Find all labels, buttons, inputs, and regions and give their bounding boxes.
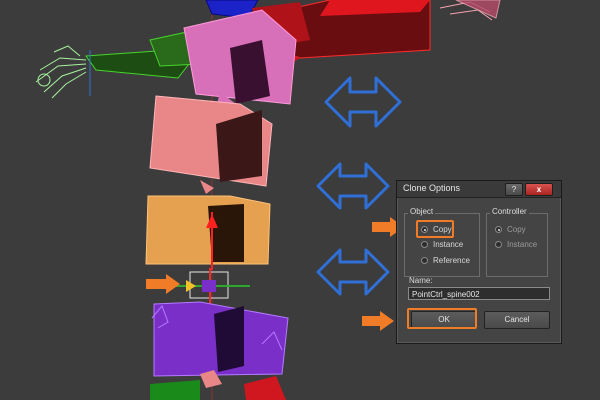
controller-group-label: Controller: [490, 207, 529, 216]
radio-icon: [421, 257, 428, 264]
radio-selected-icon: [495, 226, 502, 233]
bone-green-leg: [150, 380, 200, 400]
controller-copy-radio[interactable]: Copy: [495, 225, 526, 234]
object-group-label: Object: [408, 207, 436, 216]
name-label: Name:: [409, 276, 433, 285]
help-button[interactable]: ?: [505, 183, 523, 196]
pointer-arrow-icon: [146, 274, 180, 294]
bone-spine2: [145, 195, 271, 270]
dialog-title: Clone Options: [403, 183, 461, 193]
pointer-arrow-icon: [362, 311, 394, 331]
controller-instance-radio[interactable]: Instance: [495, 240, 537, 249]
dialog-title-bar[interactable]: Clone Options ? x: [397, 181, 561, 198]
bone-right-hand: [439, 0, 501, 21]
double-arrow-icon: [316, 248, 390, 296]
radio-icon: [495, 241, 502, 248]
bone-green-arm: [85, 29, 201, 79]
radio-icon: [421, 241, 428, 248]
double-arrow-icon: [324, 76, 402, 128]
bone-chest: [183, 9, 297, 108]
ok-highlight: [407, 308, 477, 329]
object-reference-radio[interactable]: Reference: [421, 256, 470, 265]
bone-red-leg: [244, 376, 286, 400]
bone-pelvis: [151, 301, 289, 388]
clone-options-dialog: Clone Options ? x Object Copy Instance R…: [396, 180, 562, 344]
cancel-button[interactable]: Cancel: [484, 311, 550, 329]
double-arrow-icon: [316, 162, 390, 210]
bone-spine3: [149, 95, 273, 194]
close-button[interactable]: x: [525, 183, 553, 196]
copy-highlight: [416, 220, 454, 238]
object-instance-radio[interactable]: Instance: [421, 240, 463, 249]
bone-left-hand: [35, 45, 87, 99]
name-input[interactable]: PointCtrl_spine002: [408, 287, 550, 300]
